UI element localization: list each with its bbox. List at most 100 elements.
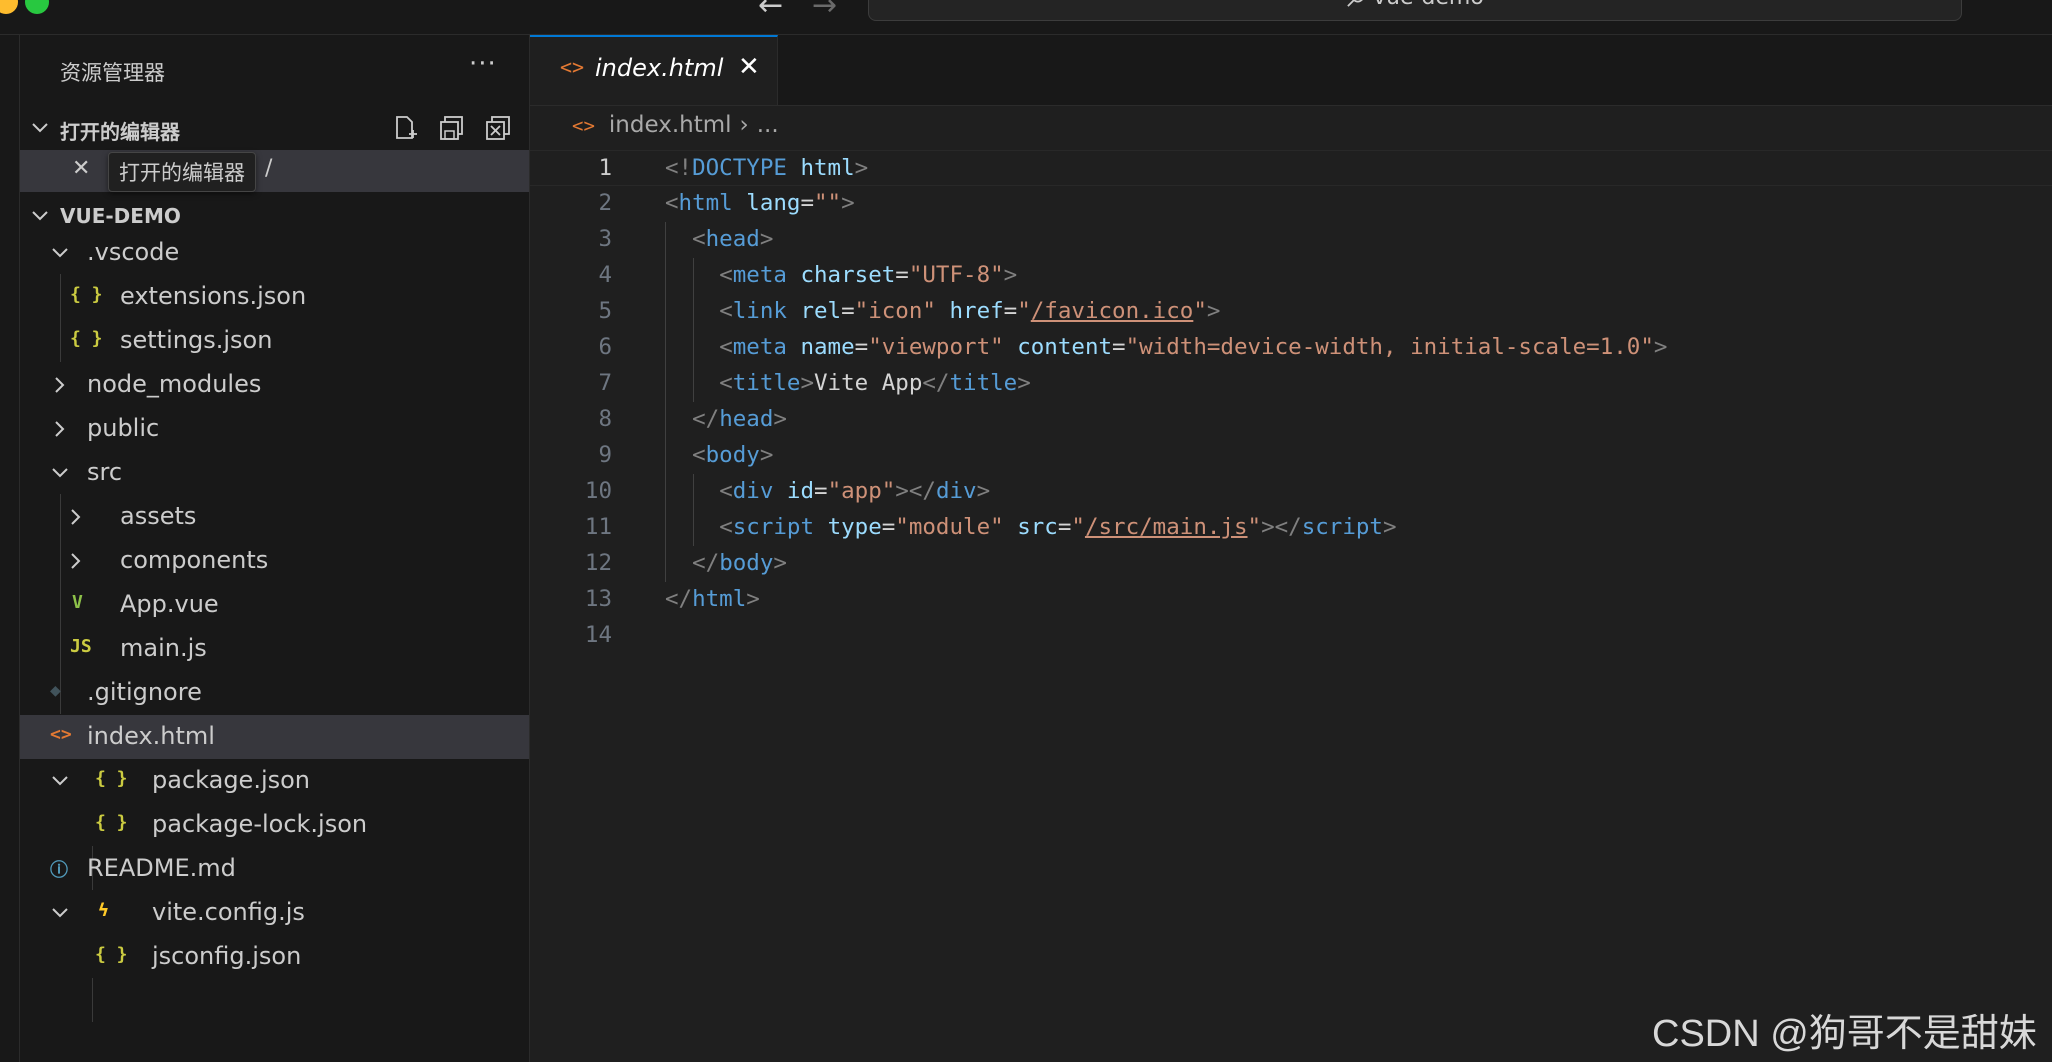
code-token: name — [800, 334, 855, 360]
code-line[interactable]: 9 <body> — [530, 438, 2052, 474]
more-actions-icon[interactable]: ··· — [469, 49, 497, 79]
code-line[interactable]: 12 </body> — [530, 546, 2052, 582]
code-token: /src/main.js — [1084, 514, 1248, 540]
code-token: < — [719, 334, 733, 360]
close-tab-icon[interactable]: ✕ — [738, 52, 760, 82]
code-line[interactable]: 7 <title>Vite App</title> — [530, 366, 2052, 402]
line-source: <head> — [665, 226, 773, 252]
tree-folder[interactable]: .vscode — [20, 231, 529, 275]
tree-file[interactable]: { } settings.json — [20, 319, 529, 363]
tree-file[interactable]: V App.vue — [20, 583, 529, 627]
file-type-icon: { } — [95, 812, 128, 833]
code-line[interactable]: 3 <head> — [530, 222, 2052, 258]
tree-file[interactable]: { } package-lock.json — [20, 803, 529, 847]
line-source: <link rel="icon" href="/favicon.ico"> — [665, 298, 1220, 324]
tree-folder[interactable]: public — [20, 407, 529, 451]
tab-index-html[interactable]: <> index.html ✕ — [530, 35, 778, 105]
tree-folder[interactable]: { } package.json — [20, 759, 529, 803]
tree-folder[interactable]: src — [20, 451, 529, 495]
tree-file[interactable]: <> index.html — [20, 715, 529, 759]
command-center-search[interactable]: vue-demo — [868, 0, 1962, 21]
tree-file[interactable]: { } extensions.json — [20, 275, 529, 319]
go-back-icon[interactable]: ← — [758, 0, 783, 23]
close-all-editors-icon[interactable] — [484, 114, 512, 142]
tab-label: index.html — [595, 54, 724, 82]
code-token: > — [746, 586, 760, 612]
code-token: > — [759, 226, 774, 252]
code-line[interactable]: 8 </head> — [530, 402, 2052, 438]
minimize-window-button[interactable] — [0, 0, 18, 14]
tree-file[interactable]: ⓘ README.md — [20, 847, 529, 891]
chevron-right-icon — [55, 421, 65, 437]
activity-bar — [0, 35, 20, 1062]
tree-file[interactable]: ◆ .gitignore — [20, 671, 529, 715]
code-line[interactable]: 2 <html lang=""> — [530, 186, 2052, 222]
code-token: html — [678, 190, 733, 216]
line-source: <meta name="viewport" content="width=dev… — [665, 334, 1667, 360]
project-header[interactable]: VUE-DEMO — [20, 196, 529, 236]
line-number: 8 — [598, 406, 612, 432]
tree-file[interactable]: { } jsconfig.json — [20, 935, 529, 979]
code-token: type — [827, 514, 882, 540]
title-bar: ← → vue-demo — [0, 0, 2052, 35]
line-number: 3 — [598, 226, 612, 252]
new-untitled-file-icon[interactable] — [392, 114, 420, 142]
code-token: = — [1003, 298, 1018, 324]
code-token: < — [719, 478, 733, 504]
file-type-icon: ◆ — [50, 680, 61, 701]
code-token: " — [1247, 514, 1262, 540]
code-line[interactable]: 13 </html> — [530, 582, 2052, 618]
code-token: < — [692, 226, 706, 252]
breadcrumb-symbols[interactable]: ... — [757, 112, 779, 138]
code-line[interactable]: 6 <meta name="viewport" content="width=d… — [530, 330, 2052, 366]
code-token: = — [895, 262, 909, 288]
code-line[interactable]: 11 <script type="module" src="/src/main.… — [530, 510, 2052, 546]
maximize-window-button[interactable] — [25, 0, 49, 14]
chevron-down-icon — [32, 123, 48, 133]
tree-item-label: node_modules — [87, 370, 262, 398]
code-token: </ — [665, 586, 693, 612]
search-icon — [1347, 0, 1363, 7]
code-line[interactable]: 4 <meta charset="UTF-8"> — [530, 258, 2052, 294]
open-editor-item[interactable]: ✕ / — [20, 150, 529, 192]
code-token: script — [1301, 514, 1383, 540]
code-line[interactable]: 10 <div id="app"></div> — [530, 474, 2052, 510]
tree-item-label: jsconfig.json — [152, 942, 302, 970]
chevron-down-icon — [32, 211, 48, 221]
code-token: > — [773, 406, 787, 432]
indent-guide — [693, 258, 694, 402]
code-token: = — [881, 514, 896, 540]
code-token: " — [1193, 298, 1207, 324]
line-number: 13 — [584, 586, 612, 612]
code-token: title — [732, 370, 801, 396]
tree-item-label: public — [87, 414, 160, 442]
tree-item-label: README.md — [87, 854, 236, 882]
tree-folder[interactable]: components — [20, 539, 529, 583]
tree-folder[interactable]: assets — [20, 495, 529, 539]
chevron-right-icon — [71, 553, 81, 569]
code-line[interactable]: 14 — [530, 618, 2052, 654]
close-editor-icon[interactable]: ✕ — [72, 156, 90, 181]
code-line[interactable]: 5 <link rel="icon" href="/favicon.ico"> — [530, 294, 2052, 330]
code-token: </ — [922, 370, 950, 396]
open-editors-header[interactable]: 打开的编辑器 — [20, 108, 529, 148]
open-editors-label: 打开的编辑器 — [60, 120, 180, 144]
go-forward-icon[interactable]: → — [812, 0, 837, 23]
code-token: body — [705, 442, 760, 468]
code-token: > — [759, 442, 774, 468]
project-name: VUE-DEMO — [60, 204, 181, 228]
breadcrumb-file[interactable]: index.html — [609, 112, 732, 138]
tree-folder[interactable]: ϟ vite.config.js — [20, 891, 529, 935]
chevron-down-icon — [52, 776, 68, 786]
code-line[interactable]: 1 <!DOCTYPE html> — [530, 150, 2052, 186]
code-token: link — [732, 298, 787, 324]
code-token: ></ — [895, 478, 936, 504]
tree-file[interactable]: JS main.js — [20, 627, 529, 671]
line-source: <!DOCTYPE html> — [665, 155, 868, 181]
tree-folder[interactable]: node_modules — [20, 363, 529, 407]
save-all-icon[interactable] — [438, 114, 466, 142]
code-token: body — [719, 550, 774, 576]
